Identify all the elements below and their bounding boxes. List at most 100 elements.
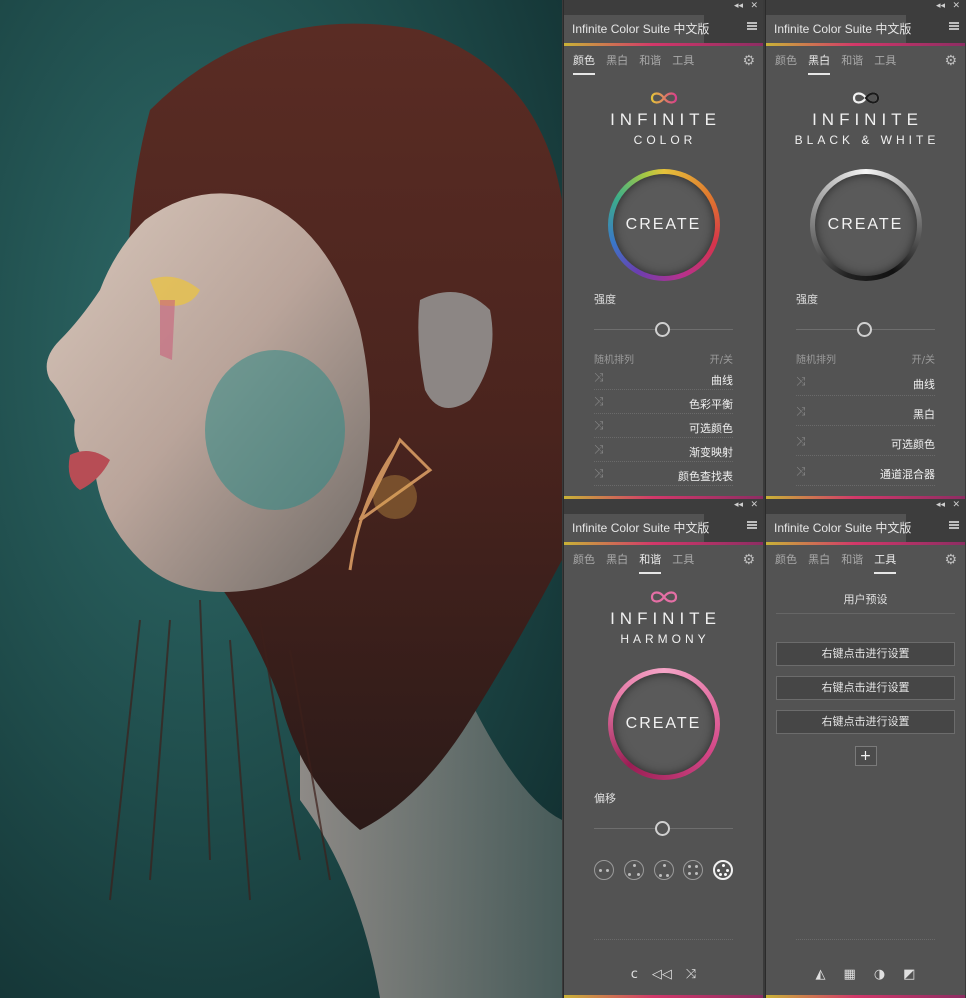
tab-tools[interactable]: 工具: [874, 46, 896, 76]
slider-knob[interactable]: [655, 821, 670, 836]
harmony-mode-tetrad-icon[interactable]: [683, 860, 704, 880]
list-item-label[interactable]: 曲线: [913, 376, 935, 392]
shuffle-icon[interactable]: ⤨: [594, 394, 604, 409]
list-item-label[interactable]: 可选颜色: [891, 436, 935, 452]
list-item-label[interactable]: 黑白: [913, 406, 935, 422]
list-item-label[interactable]: 曲线: [711, 372, 733, 388]
list-item-label[interactable]: 色彩平衡: [689, 396, 733, 412]
harmony-mode-split-icon[interactable]: [653, 860, 674, 880]
list-item[interactable]: ⤨ 曲线: [594, 366, 733, 390]
rewind-icon[interactable]: ◁◁: [652, 967, 672, 982]
harmony-mode-triad-icon[interactable]: [623, 860, 644, 880]
shuffle-icon[interactable]: ⤨: [594, 466, 604, 481]
tools-footer-toolbar: ◭ ▦ ◑ ◩: [766, 967, 965, 982]
slider-knob[interactable]: [655, 322, 670, 337]
create-button[interactable]: CREATE: [607, 169, 720, 281]
menu-icon[interactable]: [949, 521, 959, 529]
preset-button-1[interactable]: 右键点击进行设置: [776, 642, 955, 666]
portrait-illustration: [0, 0, 562, 998]
create-label: CREATE: [827, 216, 904, 233]
tab-color[interactable]: 颜色: [775, 46, 797, 76]
shuffle-icon[interactable]: ⤨: [594, 442, 604, 457]
panel-tab-row: Infinite Color Suite 中文版: [564, 13, 763, 43]
levels-icon[interactable]: ◩: [903, 967, 915, 982]
list-item[interactable]: ⤨ 通道混合器: [796, 456, 935, 486]
tab-harmony[interactable]: 和谐: [639, 46, 661, 76]
collapse-icon[interactable]: ◂◂: [936, 499, 945, 512]
symmetry-icon[interactable]: ◭: [816, 967, 826, 982]
list-item[interactable]: ⤨ 颜色查找表: [594, 462, 733, 486]
create-button[interactable]: CREATE: [607, 668, 720, 780]
panel-title-tab[interactable]: Infinite Color Suite 中文版: [766, 15, 911, 43]
tab-harmony[interactable]: 和谐: [841, 46, 863, 76]
slider-knob[interactable]: [857, 322, 872, 337]
random-header-label: 随机排列: [594, 355, 634, 366]
list-item[interactable]: ⤨ 可选颜色: [594, 414, 733, 438]
portrait-photo: [0, 0, 562, 998]
tab-color[interactable]: 颜色: [775, 545, 797, 575]
list-item[interactable]: ⤨ 黑白: [796, 396, 935, 426]
collapse-icon[interactable]: ◂◂: [936, 0, 945, 13]
tab-harmony[interactable]: 和谐: [841, 545, 863, 575]
shuffle-icon[interactable]: ⤨: [594, 370, 604, 385]
offset-slider[interactable]: [594, 820, 733, 838]
close-icon[interactable]: ✕: [952, 0, 960, 13]
menu-icon[interactable]: [747, 521, 757, 529]
tab-tools[interactable]: 工具: [672, 46, 694, 76]
tab-tools[interactable]: 工具: [672, 545, 694, 575]
add-preset-button[interactable]: +: [854, 746, 877, 766]
tab-bw[interactable]: 黑白: [808, 545, 830, 575]
list-item[interactable]: ⤨ 曲线: [796, 366, 935, 396]
close-icon[interactable]: ✕: [952, 499, 960, 512]
harmony-mode-complementary-icon[interactable]: [594, 860, 614, 880]
list-item-label[interactable]: 通道混合器: [880, 466, 935, 482]
panel-infinite-harmony: ◂◂ ✕ Infinite Color Suite 中文版 颜色 黑白 和谐 工…: [563, 499, 763, 998]
preset-button-2[interactable]: 右键点击进行设置: [776, 676, 955, 700]
shuffle-icon[interactable]: ⤨: [594, 418, 604, 433]
strength-slider[interactable]: [594, 321, 733, 339]
noise-icon[interactable]: ▦: [844, 967, 856, 982]
panel-title-tab[interactable]: Infinite Color Suite 中文版: [766, 514, 911, 542]
shuffle-icon[interactable]: ⤨: [796, 464, 806, 479]
list-item[interactable]: ⤨ 可选颜色: [796, 426, 935, 456]
list-item[interactable]: ⤨ 色彩平衡: [594, 390, 733, 414]
panel-title-tab[interactable]: Infinite Color Suite 中文版: [564, 514, 709, 542]
divider: [594, 939, 733, 940]
shuffle-icon[interactable]: ⤨: [796, 404, 806, 419]
tab-bw[interactable]: 黑白: [606, 545, 628, 575]
tab-harmony[interactable]: 和谐: [639, 545, 662, 575]
tab-color[interactable]: 颜色: [573, 46, 595, 76]
preset-button-3[interactable]: 右键点击进行设置: [776, 710, 955, 734]
close-icon[interactable]: ✕: [750, 0, 758, 13]
panel-title-tab[interactable]: Infinite Color Suite 中文版: [564, 15, 709, 43]
strength-label: 强度: [796, 293, 818, 306]
shuffle-icon[interactable]: ⤨: [686, 967, 696, 982]
strength-slider[interactable]: [796, 321, 935, 339]
tab-tools[interactable]: 工具: [874, 545, 897, 575]
shuffle-icon[interactable]: ⤨: [796, 434, 806, 449]
panel-infinite-color: ◂◂ ✕ Infinite Color Suite 中文版 颜色 黑白 和谐 工…: [563, 0, 763, 499]
list-item-label[interactable]: 颜色查找表: [678, 468, 733, 484]
menu-icon[interactable]: [949, 22, 959, 30]
harmony-mode-pentad-icon[interactable]: [713, 860, 733, 880]
tab-bw[interactable]: 黑白: [606, 46, 628, 76]
gear-icon[interactable]: ⚙: [742, 553, 755, 567]
gear-icon[interactable]: ⚙: [944, 553, 957, 567]
panel-tab-row: Infinite Color Suite 中文版: [766, 13, 965, 43]
list-item-label[interactable]: 渐变映射: [689, 444, 733, 460]
tab-color[interactable]: 颜色: [573, 545, 595, 575]
create-button[interactable]: CREATE: [809, 169, 922, 281]
close-icon[interactable]: ✕: [750, 499, 758, 512]
panel-tab-row: Infinite Color Suite 中文版: [564, 512, 763, 542]
menu-icon[interactable]: [747, 22, 757, 30]
list-item[interactable]: ⤨ 渐变映射: [594, 438, 733, 462]
contrast-icon[interactable]: ◑: [874, 967, 885, 982]
shuffle-icon[interactable]: ⤨: [796, 374, 806, 389]
tab-bw[interactable]: 黑白: [808, 46, 831, 76]
gear-icon[interactable]: ⚙: [742, 54, 755, 68]
collapse-icon[interactable]: ◂◂: [734, 499, 743, 512]
list-item-label[interactable]: 可选颜色: [689, 420, 733, 436]
reset-icon[interactable]: c: [631, 967, 638, 982]
collapse-icon[interactable]: ◂◂: [734, 0, 743, 13]
gear-icon[interactable]: ⚙: [944, 54, 957, 68]
